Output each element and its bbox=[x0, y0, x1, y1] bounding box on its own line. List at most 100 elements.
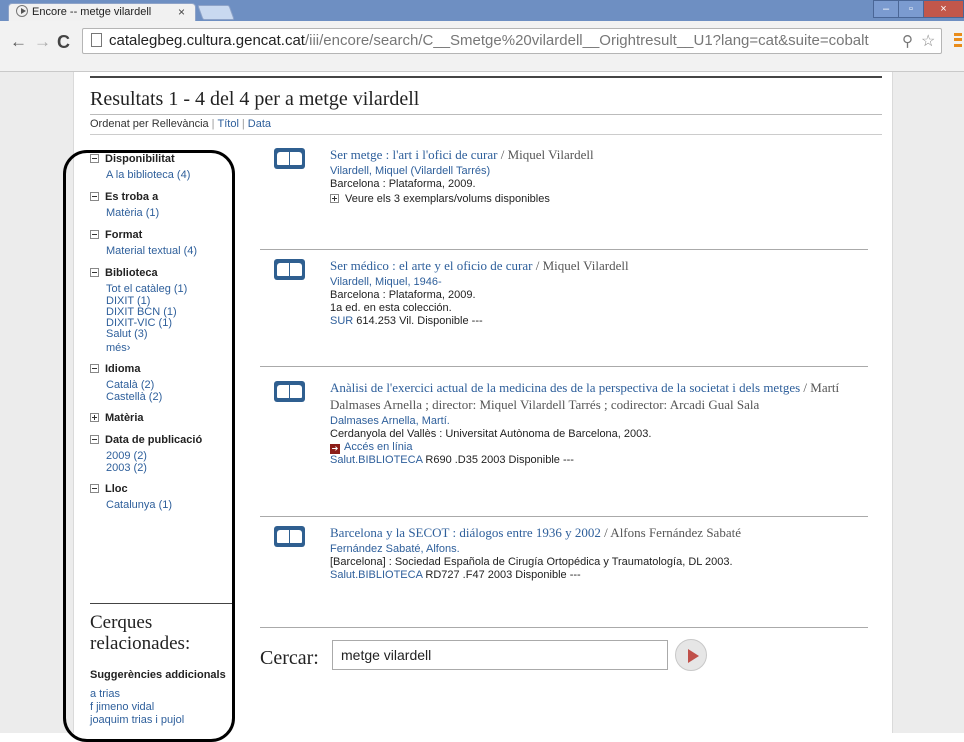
facets-sidebar: Disponibilitat A la biblioteca (4) Es tr… bbox=[90, 152, 235, 520]
facet-found-in-header[interactable]: Es troba a bbox=[90, 190, 235, 204]
result-publication: Barcelona : Plataforma, 2009. bbox=[330, 289, 476, 301]
online-access-link[interactable]: ➔ Accés en línia bbox=[330, 441, 870, 454]
facet-publication-date-header[interactable]: Data de publicació bbox=[90, 433, 235, 447]
facet-language-label: Idioma bbox=[105, 363, 141, 375]
facet-library-label: Biblioteca bbox=[105, 267, 158, 279]
book-icon bbox=[274, 148, 305, 169]
result-holding: SUR 614.253 Vil. Disponible --- bbox=[330, 315, 870, 328]
holding-status: R690 .D35 2003 Disponible --- bbox=[422, 454, 574, 466]
address-bar[interactable]: catalegbeg.cultura.gencat.cat/iii/encore… bbox=[82, 28, 942, 54]
show-copies-toggle[interactable]: Veure els 3 exemplars/volums disponibles bbox=[330, 192, 870, 206]
result-author-link[interactable]: Fernández Sabaté, Alfons. bbox=[330, 543, 870, 556]
tab-close-icon[interactable]: × bbox=[178, 4, 185, 21]
facet-link[interactable]: Material textual (4) bbox=[90, 244, 235, 258]
facet-link[interactable]: Català (2) bbox=[90, 378, 235, 392]
menu-icon[interactable] bbox=[954, 33, 962, 47]
page-viewport: Resultats 1 - 4 del 4 per a metge vilard… bbox=[0, 72, 964, 733]
result-body: Ser médico : el arte y el oficio de cura… bbox=[330, 257, 870, 328]
result-responsibility: / Alfons Fernández Sabaté bbox=[600, 525, 741, 540]
sort-current: Rellevància bbox=[151, 118, 209, 130]
show-copies-label: Veure els 3 exemplars/volums disponibles bbox=[345, 193, 550, 205]
facet-link[interactable]: Catalunya (1) bbox=[90, 498, 235, 512]
facet-availability-label: Disponibilitat bbox=[105, 153, 175, 165]
suggestions-heading: Suggerències addicionals bbox=[90, 669, 226, 681]
facet-link[interactable]: Tot el catàleg (1) bbox=[90, 282, 235, 296]
reload-icon[interactable]: C bbox=[57, 33, 70, 51]
facet-link[interactable]: 2003 (2) bbox=[90, 463, 235, 474]
facet-link[interactable]: Salut (3) bbox=[90, 329, 235, 340]
collapse-icon[interactable] bbox=[90, 364, 99, 373]
facet-language-header[interactable]: Idioma bbox=[90, 362, 235, 376]
expand-icon[interactable] bbox=[90, 413, 99, 422]
expand-icon[interactable] bbox=[330, 194, 339, 203]
facet-format-header[interactable]: Format bbox=[90, 228, 235, 242]
location-link[interactable]: Salut.BIBLIOTECA bbox=[330, 569, 422, 581]
result-title-link[interactable]: Barcelona y la SECOT : diálogos entre 19… bbox=[330, 525, 601, 540]
search-divider bbox=[260, 627, 868, 628]
browser-tab[interactable]: Encore -- metge vilardell × bbox=[8, 3, 196, 22]
collapse-icon[interactable] bbox=[90, 484, 99, 493]
search-label: Cercar: bbox=[260, 647, 319, 669]
related-divider bbox=[90, 603, 233, 604]
result-author-link[interactable]: Vilardell, Miquel, 1946- bbox=[330, 276, 870, 289]
collapse-icon[interactable] bbox=[90, 154, 99, 163]
arrow-right-icon[interactable]: → bbox=[34, 33, 51, 51]
facet-link[interactable]: A la biblioteca (4) bbox=[90, 168, 235, 182]
facet-subject: Matèria bbox=[90, 411, 235, 425]
book-icon bbox=[274, 381, 305, 402]
facet-library-header[interactable]: Biblioteca bbox=[90, 266, 235, 280]
result-divider bbox=[260, 249, 868, 250]
maximize-button[interactable]: ▫ bbox=[898, 0, 924, 18]
result-author-link[interactable]: Vilardell, Miquel (Vilardell Tarrés) bbox=[330, 165, 870, 178]
star-icon[interactable]: ☆ bbox=[921, 31, 935, 51]
collapse-icon[interactable] bbox=[90, 268, 99, 277]
result-author-link[interactable]: Dalmases Arnella, Martí. bbox=[330, 415, 870, 428]
facet-format: Format Material textual (4) bbox=[90, 228, 235, 258]
result-title: Ser metge : l'art i l'ofici de curar / M… bbox=[330, 146, 870, 163]
collapse-icon[interactable] bbox=[90, 230, 99, 239]
more-libraries-link[interactable]: més› bbox=[90, 342, 235, 354]
facet-place-header[interactable]: Lloc bbox=[90, 482, 235, 496]
collapse-icon[interactable] bbox=[90, 192, 99, 201]
result-title-link[interactable]: Anàlisi de l'exercici actual de la medic… bbox=[330, 380, 800, 395]
result-body: Ser metge : l'art i l'ofici de curar / M… bbox=[330, 146, 870, 206]
related-searches-title: Cerques relacionades: bbox=[90, 612, 190, 654]
suggestion-link[interactable]: joaquim trias i pujol bbox=[90, 714, 184, 727]
holding-status: 614.253 Vil. Disponible --- bbox=[353, 315, 483, 327]
facet-subject-header[interactable]: Matèria bbox=[90, 411, 235, 425]
result-body: Barcelona y la SECOT : diálogos entre 19… bbox=[330, 524, 870, 582]
search-input[interactable] bbox=[332, 640, 668, 670]
new-tab-button[interactable] bbox=[197, 5, 235, 20]
result-publication: Barcelona : Plataforma, 2009. bbox=[330, 178, 476, 190]
arrow-left-icon[interactable]: ← bbox=[10, 33, 27, 51]
sort-by-title-link[interactable]: Títol bbox=[218, 118, 239, 130]
location-link[interactable]: Salut.BIBLIOTECA bbox=[330, 454, 422, 466]
play-icon[interactable] bbox=[675, 639, 707, 671]
minimize-button[interactable]: – bbox=[873, 0, 899, 18]
play-favicon-icon bbox=[16, 5, 28, 17]
result-title-link[interactable]: Ser médico : el arte y el oficio de cura… bbox=[330, 258, 533, 273]
facet-format-label: Format bbox=[105, 229, 143, 241]
close-window-button[interactable]: × bbox=[923, 0, 964, 18]
scrollbar[interactable] bbox=[952, 72, 964, 733]
sort-by-date-link[interactable]: Data bbox=[248, 118, 271, 130]
facet-subject-label: Matèria bbox=[105, 412, 144, 424]
facet-found-in: Es troba a Matèria (1) bbox=[90, 190, 235, 220]
facet-link[interactable]: Matèria (1) bbox=[90, 206, 235, 220]
facet-link[interactable]: 2009 (2) bbox=[90, 449, 235, 463]
suggestion-link[interactable]: f jimeno vidal bbox=[90, 701, 184, 714]
facet-language: Idioma Català (2) Castellà (2) bbox=[90, 362, 235, 403]
facet-link[interactable]: Castellà (2) bbox=[90, 392, 235, 403]
facet-availability-header[interactable]: Disponibilitat bbox=[90, 152, 235, 166]
top-divider bbox=[90, 76, 882, 78]
page-icon bbox=[91, 33, 102, 47]
location-link[interactable]: SUR bbox=[330, 315, 353, 327]
result-publication: Cerdanyola del Vallès : Universitat Autò… bbox=[330, 428, 652, 440]
suggestion-link[interactable]: a trias bbox=[90, 688, 184, 701]
zoom-icon[interactable]: ⚲ bbox=[902, 32, 913, 50]
result-title: Anàlisi de l'exercici actual de la medic… bbox=[330, 379, 870, 413]
sort-divider bbox=[90, 134, 882, 135]
collapse-icon[interactable] bbox=[90, 435, 99, 444]
result-title-link[interactable]: Ser metge : l'art i l'ofici de curar bbox=[330, 147, 497, 162]
result-publication: [Barcelona] : Sociedad Española de Cirug… bbox=[330, 556, 733, 568]
